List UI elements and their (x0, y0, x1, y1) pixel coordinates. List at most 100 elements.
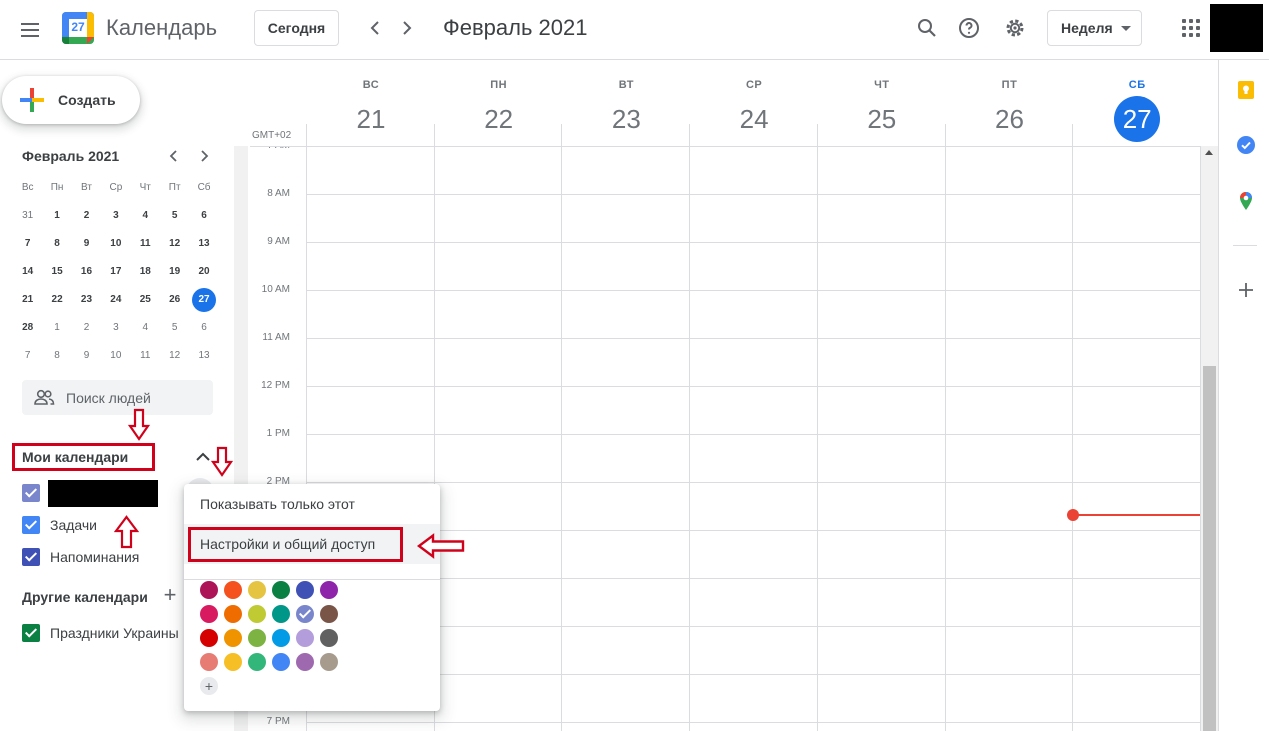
account-avatar-redacted[interactable] (1210, 4, 1263, 52)
mini-day-cell[interactable]: 1 (42, 204, 71, 228)
settings-gear-icon[interactable] (1003, 16, 1027, 40)
color-swatch[interactable] (224, 581, 242, 599)
mini-day-cell[interactable]: 10 (101, 344, 130, 368)
mini-day-cell[interactable]: 12 (160, 344, 189, 368)
mini-day-cell[interactable]: 4 (131, 204, 160, 228)
mini-day-cell[interactable]: 12 (160, 232, 189, 256)
color-swatch[interactable] (200, 653, 218, 671)
apps-grid-icon[interactable] (1182, 19, 1200, 37)
mini-day-cell[interactable]: 7 (13, 232, 42, 256)
calendar-item-holidays[interactable]: Праздники Украины (22, 623, 179, 643)
mini-day-cell[interactable]: 10 (101, 232, 130, 256)
color-swatch[interactable] (248, 629, 266, 647)
calendar-checkbox[interactable] (22, 624, 40, 642)
mini-day-cell[interactable]: 15 (42, 260, 71, 284)
mini-day-cell[interactable]: 18 (131, 260, 160, 284)
app-title[interactable]: Календарь (106, 15, 217, 41)
mini-prev-chevron-icon[interactable] (164, 146, 184, 166)
mini-day-cell[interactable]: 25 (131, 288, 160, 312)
mini-day-cell[interactable]: 21 (13, 288, 42, 312)
color-swatch[interactable] (320, 605, 338, 623)
color-swatch[interactable] (200, 629, 218, 647)
scroll-up-arrow-icon[interactable] (1205, 150, 1213, 155)
my-calendars-title[interactable]: Мои календари (22, 449, 128, 465)
mini-day-cell[interactable]: 4 (131, 316, 160, 340)
mini-day-cell[interactable]: 7 (13, 344, 42, 368)
color-swatch[interactable] (272, 581, 290, 599)
maps-icon[interactable] (1236, 191, 1256, 211)
mini-day-cell[interactable]: 17 (101, 260, 130, 284)
mini-day-cell[interactable]: 13 (189, 232, 218, 256)
mini-day-cell[interactable]: 23 (72, 288, 101, 312)
day-number[interactable]: 25 (867, 104, 896, 134)
color-swatch[interactable] (248, 581, 266, 599)
color-swatch[interactable] (248, 653, 266, 671)
day-header[interactable]: СР 24 (690, 74, 818, 142)
mini-day-cell[interactable]: 27 (189, 288, 218, 312)
mini-day-cell[interactable]: 9 (72, 232, 101, 256)
mini-day-cell[interactable]: 5 (160, 316, 189, 340)
color-swatch[interactable] (272, 605, 290, 623)
search-icon[interactable] (915, 16, 939, 40)
color-swatch[interactable] (296, 653, 314, 671)
mini-day-cell[interactable]: 24 (101, 288, 130, 312)
color-swatch[interactable] (320, 581, 338, 599)
calendar-item-tasks[interactable]: Задачи (22, 515, 97, 535)
color-swatch[interactable] (296, 581, 314, 599)
color-swatch[interactable] (224, 653, 242, 671)
calendar-item-personal[interactable] (22, 483, 50, 503)
color-swatch[interactable] (200, 581, 218, 599)
day-number[interactable]: 26 (995, 104, 1024, 134)
day-number[interactable]: 21 (357, 104, 386, 134)
mini-day-cell[interactable]: 2 (72, 204, 101, 228)
day-header[interactable]: СБ 27 (1073, 74, 1201, 142)
color-swatch[interactable] (272, 629, 290, 647)
mini-day-cell[interactable]: 6 (189, 316, 218, 340)
mini-day-cell[interactable]: 31 (13, 204, 42, 228)
day-header[interactable]: ВС 21 (307, 74, 435, 142)
day-header[interactable]: ПТ 26 (946, 74, 1074, 142)
calendar-item-reminders[interactable]: Напоминания (22, 547, 139, 567)
mini-day-cell[interactable]: 20 (189, 260, 218, 284)
calendar-checkbox[interactable] (22, 548, 40, 566)
people-search-input[interactable]: Поиск людей (22, 380, 213, 415)
collapse-chevron-up-icon[interactable] (193, 447, 213, 467)
day-header[interactable]: ЧТ 25 (818, 74, 946, 142)
scrollbar-thumb[interactable] (1203, 366, 1216, 731)
next-week-chevron-icon[interactable] (395, 16, 419, 40)
mini-next-chevron-icon[interactable] (194, 146, 214, 166)
color-swatch[interactable] (296, 629, 314, 647)
mini-day-cell[interactable]: 5 (160, 204, 189, 228)
day-number[interactable]: 27 (1114, 96, 1161, 142)
color-swatch[interactable] (224, 605, 242, 623)
mini-day-cell[interactable]: 6 (189, 204, 218, 228)
mini-day-cell[interactable]: 16 (72, 260, 101, 284)
add-custom-color-plus-icon[interactable]: + (200, 677, 218, 695)
mini-day-cell[interactable]: 14 (13, 260, 42, 284)
mini-day-cell[interactable]: 11 (131, 232, 160, 256)
today-button[interactable]: Сегодня (254, 10, 339, 46)
mini-day-cell[interactable]: 13 (189, 344, 218, 368)
color-swatch[interactable] (296, 605, 314, 623)
mini-day-cell[interactable]: 22 (42, 288, 71, 312)
mini-day-cell[interactable]: 3 (101, 204, 130, 228)
help-icon[interactable] (957, 16, 981, 40)
other-calendars-title[interactable]: Другие календари (22, 589, 148, 605)
create-button[interactable]: Создать (2, 76, 140, 124)
color-swatch[interactable] (200, 605, 218, 623)
mini-day-cell[interactable]: 2 (72, 316, 101, 340)
add-addon-plus-icon[interactable] (1236, 280, 1256, 300)
day-number[interactable]: 22 (484, 104, 513, 134)
add-calendar-plus-icon[interactable]: + (160, 584, 180, 606)
keep-icon[interactable] (1236, 80, 1256, 100)
tasks-icon[interactable] (1236, 135, 1256, 155)
mini-day-cell[interactable]: 8 (42, 344, 71, 368)
mini-day-cell[interactable]: 3 (101, 316, 130, 340)
mini-day-cell[interactable]: 26 (160, 288, 189, 312)
mini-day-cell[interactable]: 9 (72, 344, 101, 368)
day-header[interactable]: ПН 22 (435, 74, 563, 142)
color-swatch[interactable] (248, 605, 266, 623)
color-swatch[interactable] (320, 653, 338, 671)
mini-day-cell[interactable]: 19 (160, 260, 189, 284)
mini-day-cell[interactable]: 11 (131, 344, 160, 368)
